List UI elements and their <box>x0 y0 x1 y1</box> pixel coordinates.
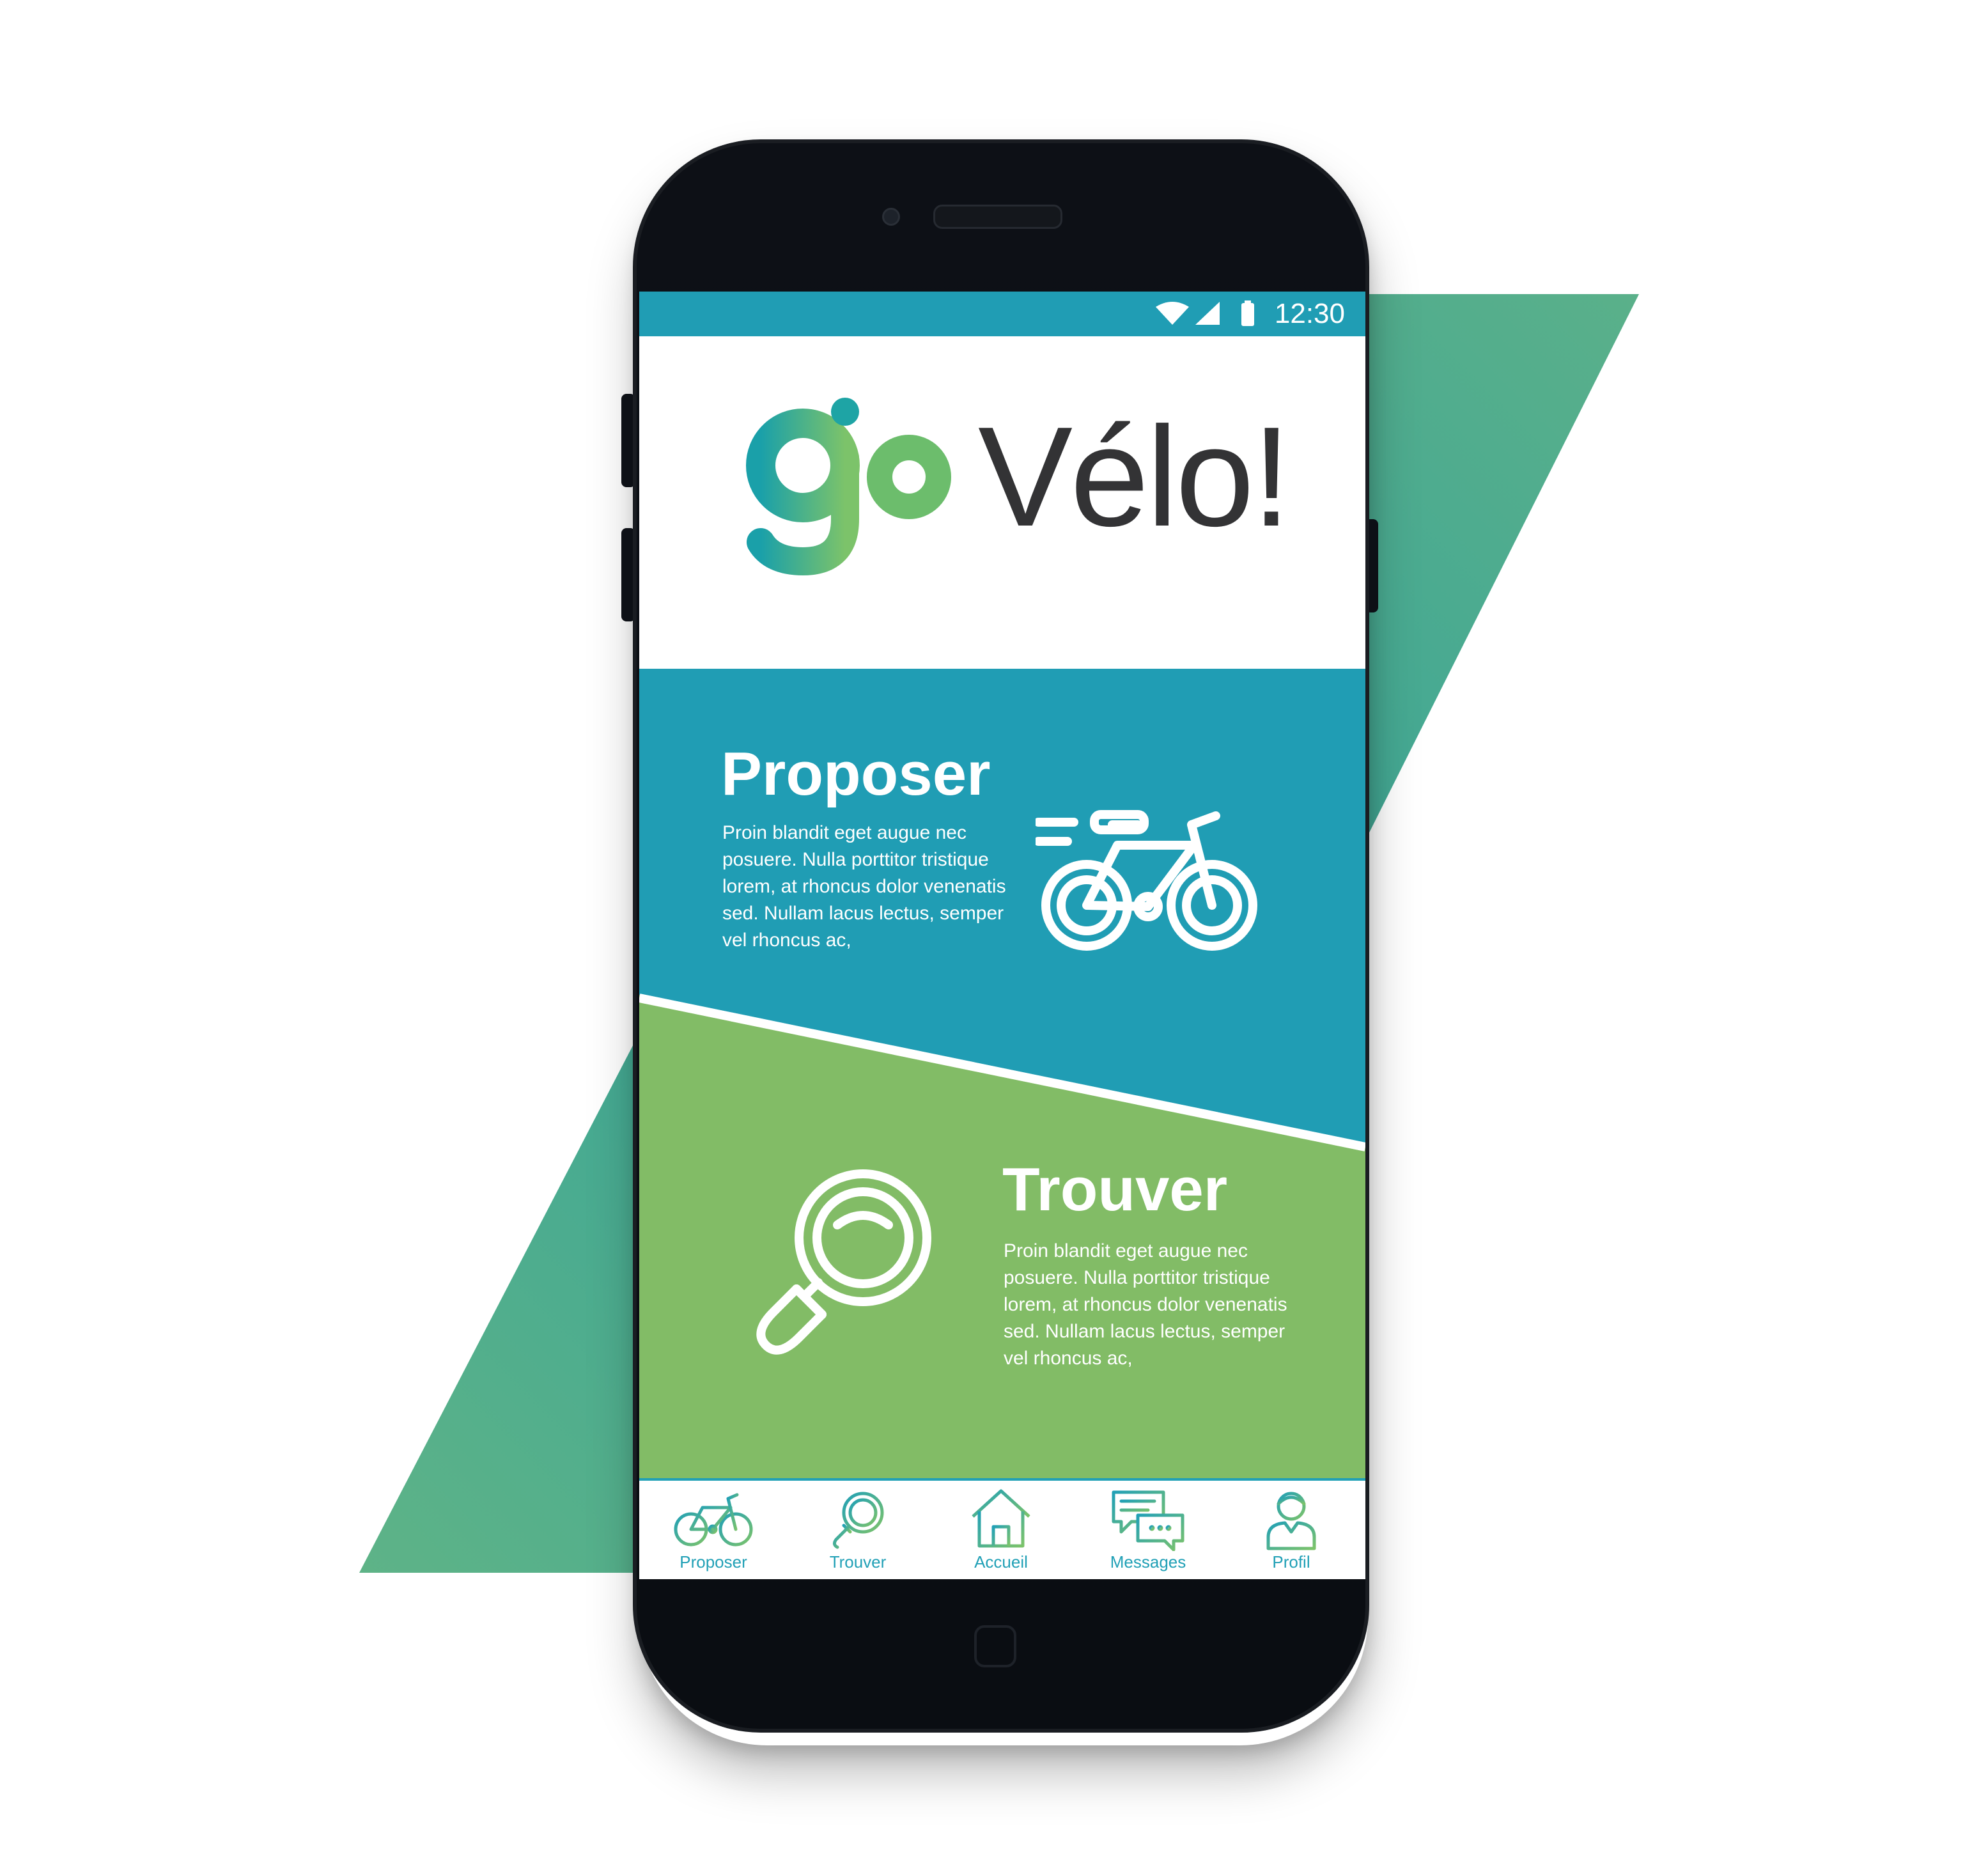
status-icons <box>1156 300 1254 326</box>
nav-label: Profil <box>1272 1552 1310 1571</box>
signal-icon <box>1195 302 1220 325</box>
battery-icon <box>1241 303 1254 326</box>
nav-item-profil[interactable]: Profil <box>1234 1487 1349 1577</box>
front-camera <box>882 208 900 226</box>
nav-item-messages[interactable]: Messages <box>1091 1487 1206 1577</box>
home-sections: Proposer Proin blandit eget augue nec po… <box>639 669 1365 1478</box>
profile-icon <box>1266 1492 1316 1550</box>
mockup-canvas: 12:30 Vélo! Proposer Proin blandit eget … <box>0 0 1988 1856</box>
trouver-section[interactable]: Trouver Proin blandit eget augue nec pos… <box>639 1052 1365 1478</box>
app-screen: 12:30 Vélo! Proposer Proin blandit eget … <box>639 292 1365 1579</box>
home-button[interactable] <box>974 1625 1016 1667</box>
nav-label: Proposer <box>679 1552 747 1571</box>
messages-icon <box>1112 1490 1184 1551</box>
proposer-section[interactable]: Proposer Proin blandit eget augue nec po… <box>639 669 1365 995</box>
proposer-title: Proposer <box>721 740 991 808</box>
bicycle-icon <box>1036 810 1257 951</box>
nav-item-proposer[interactable]: Proposer <box>656 1487 771 1577</box>
home-icon <box>972 1489 1030 1548</box>
bicycle-icon <box>674 1493 753 1547</box>
earpiece-speaker <box>933 205 1062 229</box>
magnifier-icon <box>756 1169 931 1355</box>
nav-label: Messages <box>1110 1552 1186 1571</box>
logo-go-mark <box>746 398 951 576</box>
bottom-navigation: Proposer Trouver Accueil Messages Profil <box>639 1478 1365 1579</box>
proposer-description: Proin blandit eget augue nec posuere. Nu… <box>722 822 1006 951</box>
trouver-title: Trouver <box>1002 1155 1228 1224</box>
trouver-description: Proin blandit eget augue nec posuere. Nu… <box>1004 1240 1287 1369</box>
logo-header: Vélo! <box>639 336 1365 669</box>
nav-label: Trouver <box>829 1552 887 1571</box>
logo-velo-text: Vélo! <box>978 398 1291 556</box>
wifi-icon <box>1156 302 1189 325</box>
nav-label: Accueil <box>974 1552 1028 1571</box>
status-time: 12:30 <box>1274 298 1345 329</box>
nav-item-trouver[interactable]: Trouver <box>800 1487 915 1577</box>
nav-item-accueil[interactable]: Accueil <box>944 1487 1059 1577</box>
status-bar: 12:30 <box>639 292 1365 336</box>
search-icon <box>832 1492 884 1549</box>
